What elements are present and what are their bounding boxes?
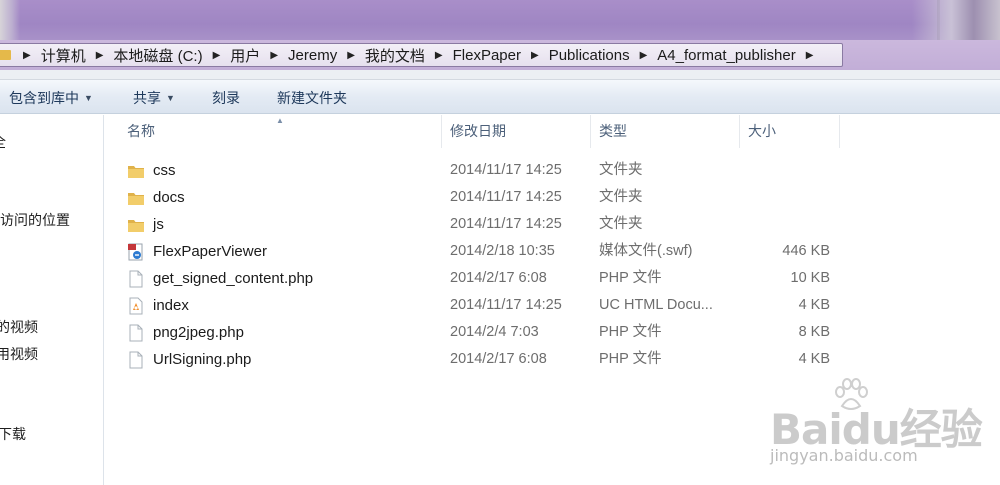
file-name: FlexPaperViewer [153, 243, 267, 260]
breadcrumb-item[interactable]: 我的文档 [365, 45, 425, 66]
file-type: UC HTML Docu... [599, 297, 713, 313]
new-folder-button[interactable]: 新建文件夹 [277, 88, 347, 108]
share-button[interactable]: 共享 ▼ [133, 88, 175, 108]
breadcrumb-item[interactable]: Publications [549, 47, 630, 64]
chevron-right-icon[interactable]: ▶ [23, 50, 31, 61]
breadcrumb-item[interactable]: Jeremy [288, 47, 337, 64]
watermark: Baidu经验 jingyan.baidu.com [770, 378, 983, 468]
file-name: index [153, 297, 189, 314]
folder-icon [128, 220, 144, 232]
burn-label: 刻录 [212, 90, 240, 106]
file-size: 10 KB [790, 270, 831, 286]
file-name: png2jpeg.php [153, 324, 244, 341]
file-modified: 2014/11/17 14:25 [450, 189, 562, 205]
command-toolbar: 包含到库中 ▼ 共享 ▼ 刻录 新建文件夹 [0, 80, 1000, 114]
file-modified: 2014/11/17 14:25 [450, 162, 562, 178]
chevron-right-icon[interactable]: ▶ [806, 50, 814, 61]
file-type: 文件夹 [599, 189, 643, 205]
file-name: docs [153, 189, 185, 206]
chevron-right-icon[interactable]: ▶ [435, 50, 443, 61]
file-size: 446 KB [782, 243, 830, 259]
file-type: PHP 文件 [599, 351, 662, 367]
file-row[interactable]: FlexPaperViewer 2014/2/18 10:35 媒体文件(.sw… [105, 238, 845, 265]
file-name: get_signed_content.php [153, 270, 314, 287]
address-bar: ▶ 计算机 ▶ 本地磁盘 (C:) ▶ 用户 ▶ Jeremy ▶ 我的文档 ▶… [0, 40, 1000, 70]
breadcrumb-item[interactable]: FlexPaper [453, 47, 521, 64]
file-size: 4 KB [798, 297, 830, 313]
file-type: 文件夹 [599, 216, 643, 232]
file-row[interactable]: png2jpeg.php 2014/2/4 7:03 PHP 文件 8 KB [105, 319, 845, 346]
blank-file-icon [129, 324, 143, 342]
file-row[interactable]: UrlSigning.php 2014/2/17 6:08 PHP 文件 4 K… [105, 346, 845, 373]
chevron-down-icon: ▼ [84, 93, 93, 103]
new-folder-label: 新建文件夹 [277, 90, 347, 106]
column-header-name[interactable]: 名称 [119, 115, 442, 148]
column-header-size[interactable]: 大小 [740, 115, 840, 148]
file-name: js [153, 216, 164, 233]
column-header-type[interactable]: 类型 [591, 115, 740, 148]
nav-item-favorites[interactable]: 全 [0, 132, 6, 152]
file-row[interactable]: js 2014/11/17 14:25 文件夹 [105, 211, 845, 238]
file-row[interactable]: index 2014/11/17 14:25 UC HTML Docu... 4… [105, 292, 845, 319]
breadcrumb-list: ▶ 计算机 ▶ 本地磁盘 (C:) ▶ 用户 ▶ Jeremy ▶ 我的文档 ▶… [0, 44, 823, 66]
file-size [723, 211, 830, 238]
breadcrumb[interactable]: ▶ 计算机 ▶ 本地磁盘 (C:) ▶ 用户 ▶ Jeremy ▶ 我的文档 ▶… [0, 43, 843, 67]
chevron-right-icon[interactable]: ▶ [213, 50, 221, 61]
window-title-bar [0, 0, 1000, 40]
window-control-area[interactable] [912, 0, 1000, 40]
nav-item-my-videos[interactable]: 的视频 [0, 317, 38, 337]
navigation-pane: 全 访问的位置 的视频 用视频 下载 [0, 115, 104, 485]
nav-item-public-videos[interactable]: 用视频 [0, 344, 38, 364]
chevron-down-icon: ▼ [166, 93, 175, 103]
file-type: PHP 文件 [599, 324, 662, 340]
chevron-right-icon[interactable]: ▶ [531, 50, 539, 61]
folder-icon [0, 49, 13, 61]
file-row[interactable]: docs 2014/11/17 14:25 文件夹 [105, 184, 845, 211]
swf-file-icon [128, 243, 143, 261]
file-modified: 2014/2/17 6:08 [450, 270, 547, 286]
burn-button[interactable]: 刻录 [212, 88, 240, 108]
folder-icon [128, 193, 144, 205]
chevron-right-icon[interactable]: ▶ [96, 50, 104, 61]
file-row[interactable]: get_signed_content.php 2014/2/17 6:08 PH… [105, 265, 845, 292]
watermark-url: jingyan.baidu.com [770, 446, 918, 465]
breadcrumb-item[interactable]: 本地磁盘 (C:) [113, 45, 202, 66]
breadcrumb-item[interactable]: 计算机 [41, 45, 86, 66]
nav-item-downloads[interactable]: 下载 [0, 424, 26, 444]
chevron-right-icon[interactable]: ▶ [640, 50, 648, 61]
file-modified: 2014/2/18 10:35 [450, 243, 555, 259]
window-frame-left [0, 0, 20, 40]
folder-icon [128, 166, 144, 178]
include-in-library-label: 包含到库中 [9, 90, 79, 106]
html-file-icon [129, 297, 143, 315]
chevron-right-icon[interactable]: ▶ [347, 50, 355, 61]
column-header-row: ▲ 名称 修改日期 类型 大小 [105, 115, 1000, 148]
menu-bar-spacer [0, 70, 1000, 80]
file-size: 8 KB [798, 324, 830, 340]
file-size [723, 157, 830, 184]
file-modified: 2014/2/4 7:03 [450, 324, 539, 340]
breadcrumb-item[interactable]: 用户 [230, 45, 260, 66]
file-name: css [153, 162, 176, 179]
nav-item-recent-places[interactable]: 访问的位置 [0, 210, 70, 230]
file-size [723, 184, 830, 211]
file-size: 4 KB [798, 351, 830, 367]
chevron-right-icon[interactable]: ▶ [270, 50, 278, 61]
column-header-modified[interactable]: 修改日期 [442, 115, 591, 148]
file-type: PHP 文件 [599, 270, 662, 286]
blank-file-icon [129, 351, 143, 369]
file-modified: 2014/2/17 6:08 [450, 351, 547, 367]
file-type: 文件夹 [599, 162, 643, 178]
file-modified: 2014/11/17 14:25 [450, 297, 562, 313]
share-label: 共享 [133, 90, 161, 106]
include-in-library-button[interactable]: 包含到库中 ▼ [9, 88, 93, 108]
file-row[interactable]: css 2014/11/17 14:25 文件夹 [105, 157, 845, 184]
file-modified: 2014/11/17 14:25 [450, 216, 562, 232]
breadcrumb-item[interactable]: A4_format_publisher [657, 47, 795, 64]
blank-file-icon [129, 270, 143, 288]
file-name: UrlSigning.php [153, 351, 252, 368]
file-type: 媒体文件(.swf) [599, 243, 693, 259]
